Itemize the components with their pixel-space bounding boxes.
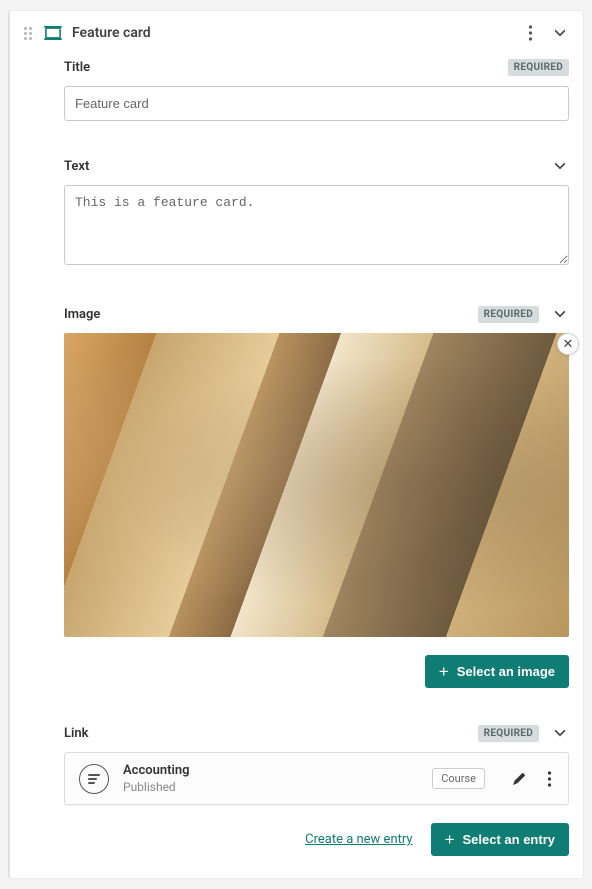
more-actions-button[interactable] bbox=[526, 23, 535, 43]
plus-icon: + bbox=[445, 831, 455, 848]
collapse-button[interactable] bbox=[551, 24, 569, 42]
close-icon: ✕ bbox=[563, 336, 574, 352]
feature-card-block: Feature card Title REQUIRED bbox=[8, 10, 584, 879]
title-input[interactable] bbox=[64, 86, 569, 121]
entry-status: Published bbox=[123, 780, 418, 794]
kebab-icon bbox=[547, 771, 552, 787]
block-title: Feature card bbox=[72, 25, 516, 41]
field-label: Link bbox=[64, 726, 89, 741]
remove-image-button[interactable]: ✕ bbox=[557, 333, 579, 355]
required-badge: REQUIRED bbox=[478, 306, 539, 323]
collapse-button[interactable] bbox=[551, 157, 569, 175]
block-header: Feature card bbox=[24, 19, 569, 59]
field-label: Image bbox=[64, 307, 100, 322]
text-textarea[interactable] bbox=[64, 185, 569, 265]
content-type-icon bbox=[44, 25, 62, 41]
entry-more-button[interactable] bbox=[545, 769, 554, 789]
chevron-down-icon bbox=[553, 726, 567, 740]
field-label: Title bbox=[64, 60, 90, 75]
field-label: Text bbox=[64, 159, 89, 174]
image-preview[interactable] bbox=[64, 333, 569, 637]
field-link: Link REQUIRED Accounting Published bbox=[64, 724, 569, 856]
field-image: Image REQUIRED ✕ + bbox=[64, 305, 569, 688]
drag-handle-icon[interactable] bbox=[24, 25, 34, 41]
button-label: Select an image bbox=[457, 664, 555, 679]
field-title: Title REQUIRED bbox=[64, 59, 569, 121]
chevron-down-icon bbox=[553, 307, 567, 321]
chevron-down-icon bbox=[553, 26, 567, 40]
edit-entry-button[interactable] bbox=[509, 769, 529, 789]
button-label: Select an entry bbox=[463, 832, 556, 847]
entry-type-icon bbox=[79, 764, 109, 794]
kebab-icon bbox=[528, 25, 533, 41]
collapse-button[interactable] bbox=[551, 724, 569, 742]
chevron-down-icon bbox=[553, 159, 567, 173]
select-entry-button[interactable]: + Select an entry bbox=[431, 823, 569, 856]
field-text: Text bbox=[64, 157, 569, 269]
required-badge: REQUIRED bbox=[508, 59, 569, 76]
pencil-icon bbox=[511, 771, 527, 787]
entry-title: Accounting bbox=[123, 763, 418, 778]
select-image-button[interactable]: + Select an image bbox=[425, 655, 569, 688]
collapse-button[interactable] bbox=[551, 305, 569, 323]
entry-type-tag: Course bbox=[432, 768, 485, 789]
required-badge: REQUIRED bbox=[478, 725, 539, 742]
plus-icon: + bbox=[439, 663, 449, 680]
create-entry-link[interactable]: Create a new entry bbox=[305, 832, 412, 847]
linked-entry-card[interactable]: Accounting Published Course bbox=[64, 752, 569, 805]
